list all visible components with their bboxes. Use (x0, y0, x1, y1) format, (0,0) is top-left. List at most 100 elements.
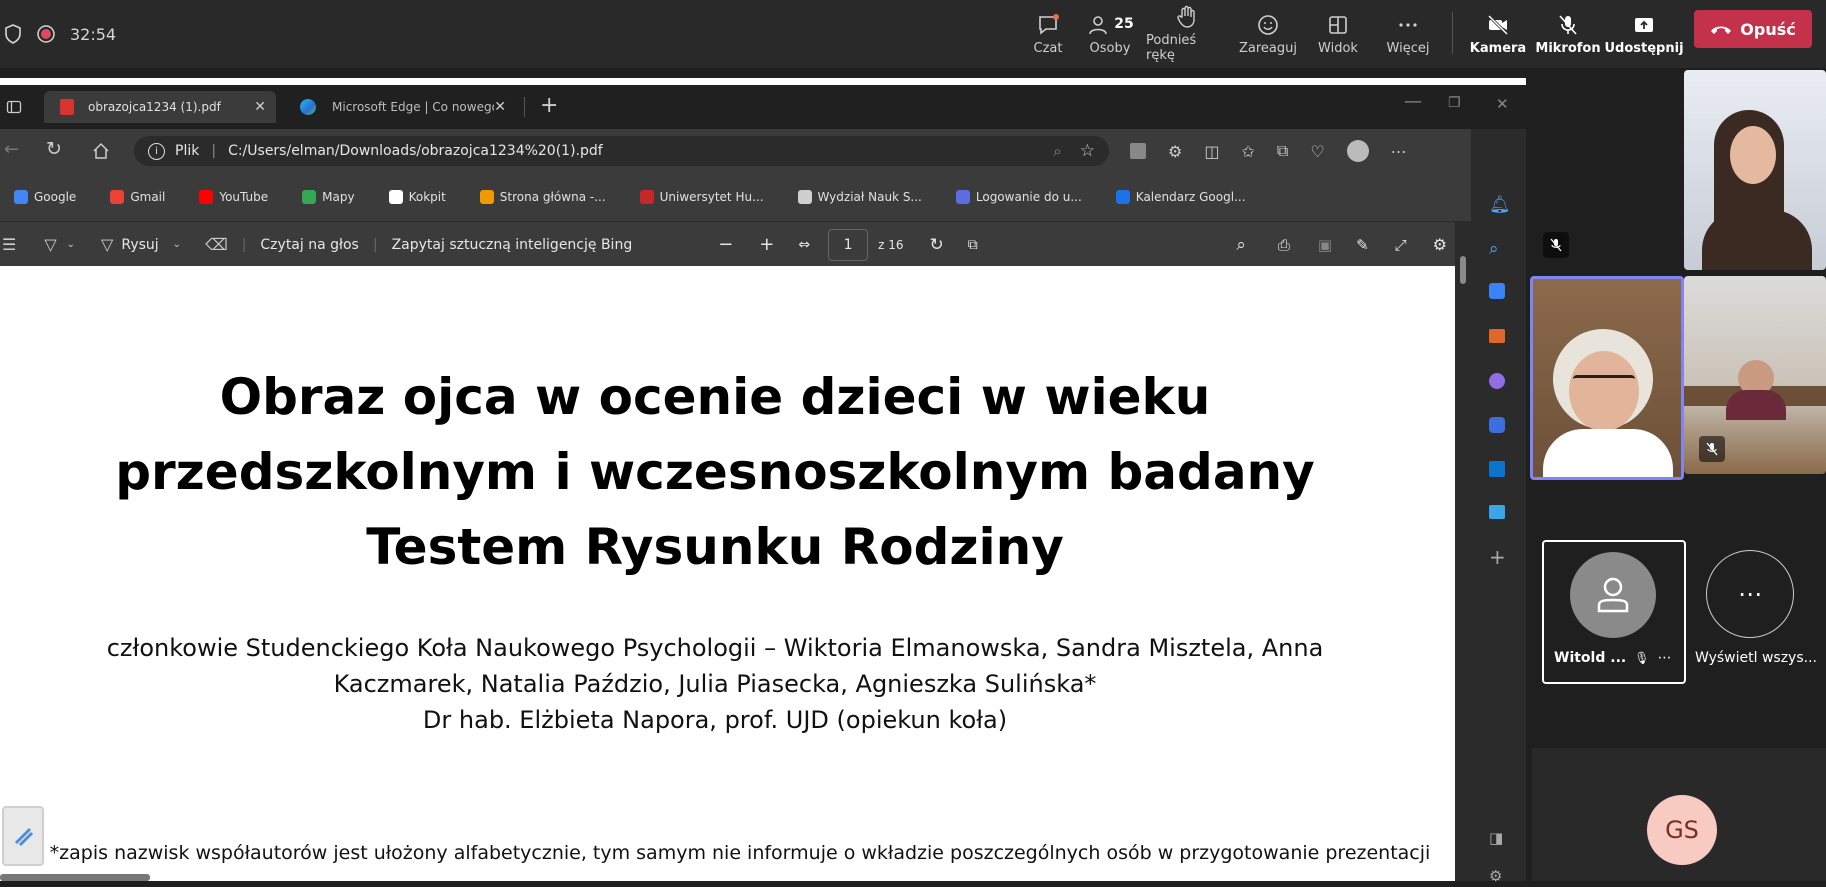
participant-tile-witold[interactable]: Witold ... 🎙︎ ⋯ (1542, 540, 1686, 684)
toolbar-divider: | (372, 236, 378, 253)
slide-authors-members: członkowie Studenckiego Koła Naukowego P… (106, 634, 1324, 698)
split-screen-icon[interactable]: ◫ (1204, 142, 1219, 161)
bookmark-item[interactable]: Uniwersytet Hu... (632, 183, 772, 211)
bookmark-item[interactable]: Mapy (294, 183, 362, 211)
collections-icon[interactable]: ⧉ (1277, 141, 1288, 161)
fullscreen-icon[interactable]: ⤢ (1395, 236, 1407, 254)
bookmark-item[interactable]: Wydział Nauk S... (790, 183, 930, 211)
draw-label[interactable]: Rysuj (121, 237, 158, 253)
pen-icon[interactable]: ▽ (101, 235, 113, 254)
add-sidebar-app-icon[interactable]: + (1489, 545, 1509, 569)
bookmark-item[interactable]: Kokpit (381, 183, 454, 211)
new-tab-icon[interactable]: + (540, 93, 558, 118)
meeting-status: 32:54 (4, 16, 116, 52)
search-icon[interactable]: ⌕ (1489, 239, 1509, 259)
bookmark-favicon-icon (955, 190, 970, 204)
raise-hand-button[interactable]: Podnieś rękę (1146, 4, 1228, 64)
profile-avatar[interactable] (1346, 140, 1369, 162)
fit-width-icon[interactable]: ⇔ (798, 237, 810, 253)
bookmark-item[interactable]: Google (6, 183, 84, 211)
eraser-icon[interactable]: ⌫ (205, 235, 228, 254)
bookmark-label: Logowanie do u... (975, 190, 1082, 204)
view-all-label: Wyświetl wszys... (1695, 650, 1817, 666)
share-button[interactable]: Udostępnij (1604, 4, 1684, 64)
extension-icon[interactable] (1130, 143, 1146, 159)
more-button[interactable]: Więcej (1380, 4, 1436, 64)
zoom-in-icon[interactable]: + (759, 234, 774, 255)
bookmark-item[interactable]: YouTube (191, 183, 276, 211)
tab-pdf[interactable]: obrazojca1234 (1).pdf ✕ (44, 91, 276, 123)
leave-button[interactable]: Opuść (1694, 10, 1812, 48)
self-avatar[interactable]: GS (1647, 795, 1717, 865)
refresh-icon[interactable]: ↻ (46, 138, 62, 160)
read-aloud-button[interactable]: Czytaj na głos (260, 237, 358, 253)
layout-icon (1329, 15, 1347, 34)
floating-draw-tool[interactable] (2, 806, 44, 866)
zoom-icon[interactable]: ⌕ (1053, 142, 1061, 160)
contents-list-icon[interactable]: ☰ (2, 235, 16, 254)
participant-name: Witold ... (1554, 650, 1627, 666)
participant-video-tile[interactable] (1684, 70, 1826, 270)
more-label: Więcej (1386, 40, 1430, 56)
close-icon[interactable]: ✕ (254, 99, 266, 115)
people-button[interactable]: 25 Osoby (1082, 4, 1138, 64)
info-icon[interactable]: i (148, 142, 165, 160)
rotate-icon[interactable]: ↻ (930, 235, 944, 255)
bookmark-item[interactable]: Kalendarz Googl... (1108, 183, 1254, 211)
favorite-star-icon[interactable]: ☆ (1080, 141, 1095, 161)
pdf-vertical-scrollbar[interactable] (1455, 221, 1471, 881)
horizontal-scrollbar[interactable] (0, 874, 150, 881)
view-all-button[interactable]: ⋯ (1706, 550, 1794, 638)
tab-edge-news[interactable]: Microsoft Edge | Co nowego ✕ (292, 91, 514, 123)
minimize-icon[interactable]: — (1404, 91, 1422, 112)
chevron-down-icon[interactable]: ⌄ (67, 239, 75, 250)
print-icon[interactable]: ⎙ (1278, 236, 1290, 254)
drop-icon[interactable] (1489, 505, 1505, 519)
scroll-thumb[interactable] (1460, 256, 1466, 284)
bookmark-item[interactable]: Gmail (102, 183, 173, 211)
close-icon[interactable]: ✕ (494, 99, 506, 115)
view-button[interactable]: Widok (1310, 4, 1366, 64)
back-icon[interactable]: ← (4, 139, 19, 160)
sidebar-settings-icon[interactable]: ⚙ (1489, 867, 1509, 887)
bookmark-item[interactable]: Logowanie do u... (948, 183, 1090, 211)
maximize-icon[interactable]: ❐ (1448, 95, 1461, 111)
favorites-icon[interactable]: ✩ (1241, 142, 1254, 161)
camera-button[interactable]: Kamera (1466, 4, 1530, 64)
shopping-tag-icon[interactable] (1489, 283, 1505, 299)
address-field[interactable]: i Plik | C:/Users/elman/Downloads/obrazo… (134, 136, 1109, 166)
home-icon[interactable] (92, 142, 110, 160)
settings-more-icon[interactable]: ⋯ (1391, 142, 1407, 161)
share-label: Udostępnij (1604, 40, 1684, 56)
bookmark-label: Wydział Nauk S... (817, 190, 922, 204)
chevron-down-icon[interactable]: ⌄ (173, 239, 181, 250)
bookmark-item[interactable]: Strona główna -... (472, 183, 614, 211)
puzzle-icon[interactable]: ⚙ (1168, 142, 1182, 161)
highlight-icon[interactable]: ▽ (44, 235, 56, 254)
slide-authors-supervisor: Dr hab. Elżbieta Napora, prof. UJD (opie… (422, 706, 1008, 734)
toolbar-divider (1452, 12, 1453, 54)
zoom-out-icon[interactable]: − (718, 234, 733, 255)
save-icon[interactable]: ▣ (1318, 236, 1332, 254)
performance-icon[interactable]: ♡ (1310, 142, 1324, 161)
chat-button[interactable]: Czat (1020, 4, 1076, 64)
pdf-settings-icon[interactable]: ⚙ (1433, 235, 1447, 254)
save-as-icon[interactable]: ✎ (1356, 236, 1369, 254)
search-icon[interactable]: ⌕ (1236, 235, 1246, 255)
mic-button[interactable]: Mikrofon (1535, 4, 1601, 64)
copilot-icon[interactable] (1489, 417, 1505, 433)
more-options-icon[interactable]: ⋯ (1657, 650, 1671, 666)
pdf-toolbar: ☰ ▽ ⌄ ▽ Rysuj ⌄ ⌫ | Czytaj na głos | Zap… (0, 221, 1455, 267)
notifications-bell-icon[interactable]: 🔔︎ (1489, 195, 1511, 215)
sidebar-layout-icon[interactable]: ◨ (1489, 829, 1509, 849)
page-view-icon[interactable]: ⧉ (968, 237, 978, 253)
outlook-icon[interactable] (1489, 461, 1505, 477)
games-icon[interactable] (1489, 373, 1505, 389)
react-button[interactable]: Zareaguj (1236, 4, 1300, 64)
page-number-input[interactable]: 1 (828, 228, 869, 261)
tab-actions-icon[interactable] (6, 99, 22, 115)
window-close-icon[interactable]: ✕ (1496, 95, 1509, 113)
active-speaker-tile[interactable] (1530, 276, 1684, 480)
tools-briefcase-icon[interactable] (1489, 329, 1505, 343)
ask-bing-button[interactable]: Zapytaj sztuczną inteligencję Bing (392, 237, 633, 253)
